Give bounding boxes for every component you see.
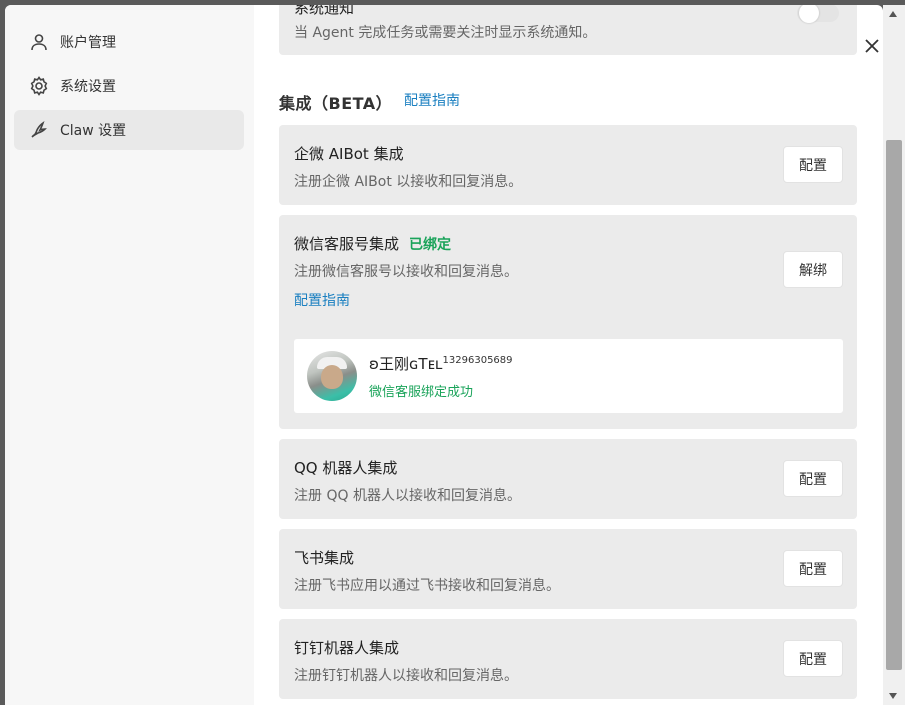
- toggle-knob: [799, 5, 819, 23]
- bound-user-box: ʚ王刚ɢTᴇʟ13296305689 微信客服绑定成功: [294, 339, 843, 413]
- settings-dialog: 账户管理 系统设置 Claw 设置 系统通知 当 Agent 完成任务或需要关注…: [5, 5, 883, 705]
- avatar-face: [321, 365, 343, 389]
- bound-status-badge: 已绑定: [409, 237, 452, 253]
- wechat-service-desc: 注册微信客服号以接收和回复消息。: [294, 264, 518, 280]
- qq-integration-card: QQ 机器人集成 注册 QQ 机器人以接收和回复消息。 配置: [279, 439, 857, 519]
- gear-icon: [28, 75, 50, 97]
- sidebar-item-account[interactable]: 账户管理: [14, 22, 244, 62]
- notification-title: 系统通知: [294, 5, 355, 17]
- feishu-configure-button[interactable]: 配置: [783, 550, 843, 587]
- wechat-service-guide-link[interactable]: 配置指南: [294, 290, 350, 310]
- feishu-desc: 注册飞书应用以通过飞书接收和回复消息。: [294, 578, 560, 594]
- qq-desc: 注册 QQ 机器人以接收和回复消息。: [294, 488, 521, 504]
- close-icon[interactable]: [863, 37, 881, 55]
- wechat-service-title-row: 微信客服号集成 已绑定: [294, 233, 451, 254]
- wechat-service-unbind-button[interactable]: 解绑: [783, 251, 843, 288]
- feishu-title: 飞书集成: [294, 549, 355, 567]
- claw-icon: [28, 119, 50, 141]
- sidebar-item-label: 系统设置: [60, 79, 116, 95]
- dingtalk-title: 钉钉机器人集成: [294, 639, 400, 657]
- sidebar-item-label: Claw 设置: [60, 123, 127, 139]
- notification-toggle[interactable]: [797, 5, 839, 23]
- scroll-down-icon[interactable]: [889, 693, 897, 699]
- wecom-desc: 注册企微 AIBot 以接收和回复消息。: [294, 174, 523, 190]
- user-icon: [28, 31, 50, 53]
- wecom-configure-button[interactable]: 配置: [783, 146, 843, 183]
- sidebar: 账户管理 系统设置 Claw 设置: [5, 5, 254, 705]
- sidebar-item-label: 账户管理: [60, 35, 116, 51]
- sidebar-item-system[interactable]: 系统设置: [14, 66, 244, 106]
- settings-main: 系统通知 当 Agent 完成任务或需要关注时显示系统通知。 集成（BETA） …: [254, 5, 883, 705]
- scrollbar[interactable]: [883, 5, 905, 705]
- qq-configure-button[interactable]: 配置: [783, 460, 843, 497]
- bound-user-phone: 13296305689: [442, 355, 513, 366]
- dingtalk-integration-card: 钉钉机器人集成 注册钉钉机器人以接收和回复消息。 配置: [279, 619, 857, 699]
- wechat-service-title: 微信客服号集成: [294, 235, 400, 253]
- wecom-integration-card: 企微 AIBot 集成 注册企微 AIBot 以接收和回复消息。 配置: [279, 125, 857, 205]
- dingtalk-configure-button[interactable]: 配置: [783, 640, 843, 677]
- sidebar-item-claw[interactable]: Claw 设置: [14, 110, 244, 150]
- notification-card: 系统通知 当 Agent 完成任务或需要关注时显示系统通知。: [279, 5, 857, 55]
- avatar: [307, 351, 357, 401]
- scroll-up-icon[interactable]: [889, 11, 897, 17]
- qq-title: QQ 机器人集成: [294, 459, 398, 477]
- scrollbar-thumb[interactable]: [886, 140, 902, 670]
- wecom-title: 企微 AIBot 集成: [294, 145, 404, 163]
- dingtalk-desc: 注册钉钉机器人以接收和回复消息。: [294, 668, 518, 684]
- integrations-section-title: 集成（BETA）: [279, 94, 393, 113]
- wechat-service-integration-card: 微信客服号集成 已绑定 注册微信客服号以接收和回复消息。 配置指南 解绑 ʚ王刚ɢ…: [279, 215, 857, 429]
- feishu-integration-card: 飞书集成 注册飞书应用以通过飞书接收和回复消息。 配置: [279, 529, 857, 609]
- integrations-guide-link[interactable]: 配置指南: [404, 90, 460, 110]
- bound-user-name: ʚ王刚ɢTᴇʟ13296305689: [369, 355, 513, 373]
- bound-user-status: 微信客服绑定成功: [369, 385, 474, 400]
- notification-desc: 当 Agent 完成任务或需要关注时显示系统通知。: [294, 25, 597, 41]
